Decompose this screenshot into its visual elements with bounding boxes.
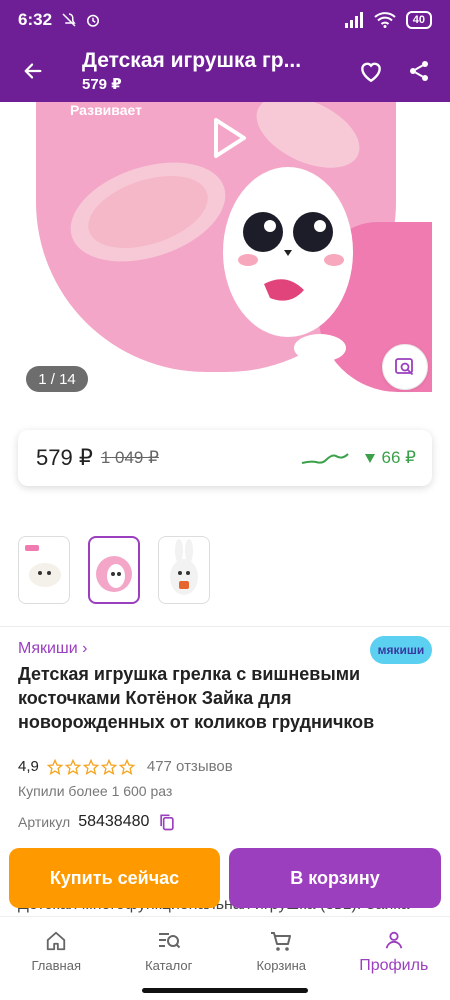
brand-link[interactable]: Мякиши › — [18, 640, 87, 658]
star-icon — [100, 758, 117, 775]
nav-profile-label: Профиль — [359, 956, 429, 974]
gallery-counter: 1 / 14 — [26, 366, 88, 392]
product-title: Детская игрушка грелка с вишневыми косто… — [18, 664, 375, 732]
share-icon — [410, 61, 428, 81]
nav-cart-label: Корзина — [256, 958, 307, 973]
share-button[interactable] — [402, 54, 436, 88]
page-title: Детская игрушка гр... — [82, 49, 302, 72]
app-header: Детская игрушка гр... 579 ₽ — [0, 40, 450, 102]
nav-home-label: Главная — [31, 958, 81, 973]
play-video-icon[interactable] — [204, 114, 252, 162]
copy-icon[interactable] — [157, 812, 177, 832]
purchase-count: Купили более 1 600 раз — [18, 783, 173, 799]
star-icon — [82, 758, 99, 775]
nav-cart[interactable]: Корзина — [225, 917, 338, 986]
wifi-icon — [374, 12, 396, 28]
star-icon — [118, 758, 135, 775]
cart-icon — [271, 932, 292, 951]
price-drop-value: 66 ₽ — [381, 448, 416, 467]
system-home-indicator[interactable] — [142, 988, 308, 993]
catalog-search-icon — [158, 933, 180, 949]
star-icon — [46, 758, 63, 775]
rating-value: 4,9 — [18, 758, 39, 775]
bottom-navigation: Главная Каталог Корзина Профиль — [0, 916, 450, 986]
image-search-button[interactable] — [382, 344, 428, 390]
favorite-button[interactable] — [354, 54, 388, 88]
add-to-cart-button[interactable]: В корзину — [229, 848, 441, 908]
current-price: 579 ₽ — [36, 445, 93, 470]
rating-stars — [46, 758, 135, 775]
star-icon — [64, 758, 81, 775]
section-divider — [0, 626, 450, 627]
signal-icon — [344, 12, 363, 28]
profile-icon — [385, 931, 402, 948]
alarm-icon — [87, 14, 100, 27]
nav-profile[interactable]: Профиль — [338, 917, 450, 986]
old-price: 1 049 ₽ — [100, 448, 159, 467]
thumbnail-1[interactable] — [18, 536, 70, 604]
header-price: 579 ₽ — [82, 76, 122, 93]
heart-icon — [361, 62, 381, 83]
thumbnail-3[interactable] — [158, 536, 210, 604]
status-time: 6:32 — [18, 10, 53, 29]
price-history-sparkline — [301, 453, 349, 464]
thumbnail-2[interactable] — [88, 536, 140, 604]
price-card[interactable]: 579 ₽ 1 049 ₽ 66 ₽ — [18, 430, 432, 486]
price-drop: 66 ₽ — [364, 448, 416, 468]
mute-icon — [62, 13, 76, 27]
rating-row[interactable]: 4,9 477 отзывов — [18, 758, 233, 775]
image-search-icon — [395, 358, 414, 376]
nav-home[interactable]: Главная — [0, 917, 113, 986]
battery-indicator: 40 — [405, 11, 432, 29]
back-button[interactable] — [18, 56, 48, 86]
product-gallery[interactable]: Развивает 1 / 14 — [18, 102, 432, 412]
buy-now-button[interactable]: Купить сейчас — [9, 848, 220, 908]
reviews-count[interactable]: 477 отзывов — [147, 758, 233, 775]
triangle-down-icon — [364, 454, 375, 463]
article-number: 58438480 — [78, 813, 150, 830]
nav-catalog-label: Каталог — [145, 958, 193, 973]
article-label: Артикул — [18, 814, 71, 830]
brand-logo[interactable]: мякиши — [370, 636, 432, 664]
article-row: Артикул 58438480 — [18, 812, 177, 832]
arrow-left-icon — [24, 63, 42, 79]
nav-catalog[interactable]: Каталог — [113, 917, 226, 986]
thumbnail-strip — [18, 536, 210, 604]
status-bar: 6:32 40 — [0, 0, 450, 40]
home-icon — [47, 931, 66, 951]
